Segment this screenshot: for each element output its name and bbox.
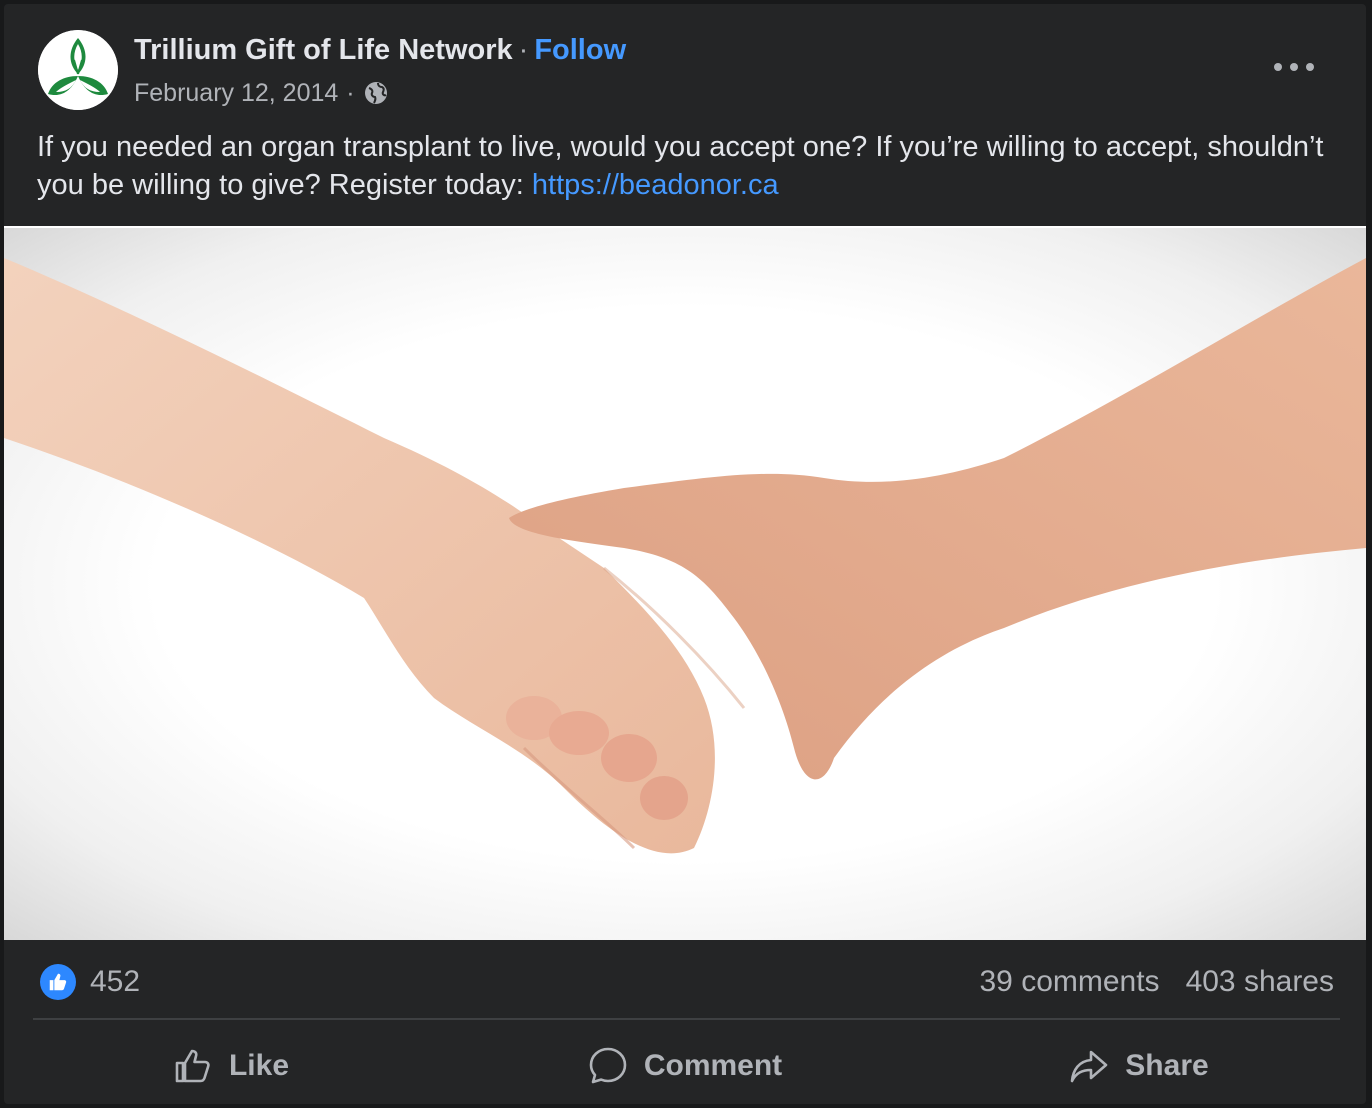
like-label: Like [228, 1049, 290, 1082]
meta-separator: · [346, 79, 355, 107]
comments-count[interactable]: 39 comments [979, 964, 1159, 1000]
page-name-row: Trillium Gift of Life Network · Follow [134, 30, 626, 70]
action-bar: Like Comment Share [4, 1028, 1366, 1104]
thumbs-up-outline-icon [175, 1049, 210, 1083]
holding-hands-image [4, 258, 1366, 854]
comment-label: Comment [643, 1049, 783, 1082]
shares-count[interactable]: 403 shares [1186, 964, 1334, 1000]
comment-button[interactable]: Comment [458, 1028, 912, 1104]
page-avatar[interactable] [38, 30, 118, 110]
share-icon [1070, 1050, 1108, 1083]
like-button[interactable]: Like [4, 1028, 458, 1104]
post-photo[interactable] [4, 226, 1366, 940]
post-caption: If you needed an organ transplant to liv… [37, 128, 1337, 204]
post-header: Trillium Gift of Life Network · Follow Feb… [4, 4, 1366, 124]
page-name-link[interactable]: Trillium Gift of Life Network [134, 34, 513, 66]
more-horizontal-icon [1274, 63, 1282, 71]
name-separator: · [518, 34, 529, 66]
like-count[interactable]: 452 [90, 964, 140, 1000]
stats-divider [33, 1018, 1340, 1020]
more-options-button[interactable] [1274, 52, 1314, 82]
engagement-counts: 39 comments 403 shares [979, 964, 1334, 1000]
post-card: Trillium Gift of Life Network · Follow Feb… [4, 4, 1366, 1104]
comment-icon [589, 1047, 627, 1084]
follow-button[interactable]: Follow [534, 34, 626, 66]
trillium-logo-icon [38, 30, 118, 110]
post-stats: 452 39 comments 403 shares [4, 938, 1366, 1028]
caption-link[interactable]: https://beadonor.ca [532, 169, 779, 201]
post-meta: February 12, 2014 · [134, 76, 389, 110]
like-reaction-icon[interactable] [40, 964, 76, 1000]
thumbs-up-icon [49, 973, 67, 991]
post-date[interactable]: February 12, 2014 [134, 76, 338, 110]
globe-icon [364, 82, 387, 104]
share-label: Share [1125, 1049, 1209, 1082]
share-button[interactable]: Share [912, 1028, 1366, 1104]
